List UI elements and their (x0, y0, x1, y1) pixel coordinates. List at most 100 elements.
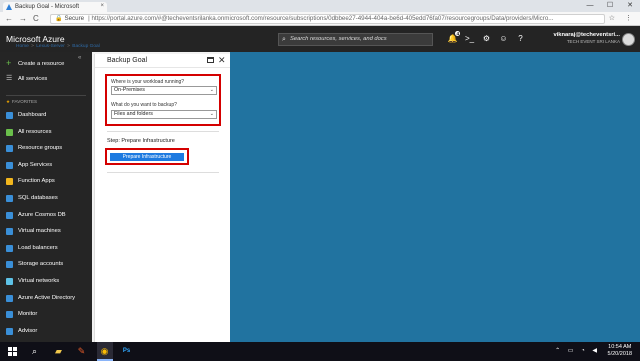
sidebar-item-app-services[interactable]: App Services (0, 159, 92, 171)
sidebar-item-storage-accounts[interactable]: Storage accounts (0, 258, 92, 270)
window-controls: — ☐ ✕ (580, 0, 640, 12)
bell-icon[interactable]: 🔔 4 (446, 31, 460, 46)
user-name: viknaraj@techeventsri... (553, 32, 620, 38)
sidebar-item-dashboard[interactable]: Dashboard (0, 109, 92, 121)
advisor-icon (6, 327, 13, 335)
sidebar-item-all-services[interactable]: ☰ All services (0, 73, 92, 85)
app-feather-icon[interactable]: ✎ (75, 345, 88, 358)
backup-select[interactable]: Files and folders ⌄ (111, 110, 217, 119)
back-icon[interactable]: ← (5, 14, 13, 24)
blade-header: Backup Goal ✕ (95, 54, 231, 68)
sidebar-item-load-balancers[interactable]: Load balancers (0, 242, 92, 254)
chrome-icon[interactable]: ◉ (98, 345, 111, 358)
star-icon: ★ (6, 99, 11, 104)
breadcrumb: Home > Lexus-Server > Backup Goal (16, 44, 100, 49)
terminal-icon[interactable]: >_ (463, 33, 476, 46)
sidebar-item-sql-databases[interactable]: SQL databases (0, 192, 92, 204)
blade-title: Backup Goal (107, 57, 148, 64)
url-text: https://portal.azure.com/#@techeventsril… (91, 15, 554, 22)
search-input[interactable]: ⌕ Search resources, services, and docs (278, 33, 433, 46)
sidebar-item-label: Create a resource (18, 61, 65, 67)
sidebar-divider (6, 95, 86, 96)
maximize-icon[interactable]: ☐ (600, 0, 620, 12)
sidebar-item-azure-active-directory[interactable]: Azure Active Directory (0, 292, 92, 304)
function-apps-icon (6, 178, 13, 186)
workload-value: On-Premises (114, 87, 145, 93)
workload-select[interactable]: On-Premises ⌄ (111, 86, 217, 95)
sidebar-item-monitor[interactable]: Monitor (0, 308, 92, 320)
sidebar-item-label: Monitor (18, 311, 38, 318)
browser-tab[interactable]: Backup Goal - Microsoft × (3, 2, 107, 12)
storage-accounts-icon (6, 261, 13, 269)
breadcrumb-home[interactable]: Home (16, 44, 29, 49)
step-label: Step: Prepare Infrastructure (107, 138, 175, 144)
sidebar-item-advisor[interactable]: Advisor (0, 325, 92, 337)
breadcrumb-server[interactable]: Lexus-Server (36, 44, 65, 49)
sidebar-item-label: Azure Active Directory (18, 294, 76, 301)
windows-start-icon[interactable] (6, 345, 19, 358)
sidebar-item-azure-cosmos-db[interactable]: Azure Cosmos DB (0, 209, 92, 221)
smiley-icon[interactable]: ☺ (497, 33, 510, 46)
search-placeholder: Search resources, services, and docs (290, 36, 387, 42)
sidebar-item-virtual-networks[interactable]: Virtual networks (0, 275, 92, 287)
plus-icon: + (6, 58, 12, 68)
close-blade-icon[interactable]: ✕ (218, 55, 226, 65)
address-bar: ← → C 🔒 Secure | https://portal.azure.com/… (0, 12, 640, 26)
monitor-icon (6, 311, 13, 319)
sidebar-item-virtual-machines[interactable]: Virtual machines (0, 225, 92, 237)
url-input[interactable]: 🔒 Secure | https://portal.azure.com/#@tech… (50, 14, 605, 24)
browser-tab-bar: Backup Goal - Microsoft × — ☐ ✕ (0, 0, 640, 12)
sidebar-item-create-resource[interactable]: + Create a resource (0, 58, 92, 70)
dashboard-icon (6, 112, 13, 119)
photoshop-icon[interactable]: Ps (120, 345, 133, 358)
search-icon: ⌕ (282, 36, 286, 43)
chevron-down-icon: ⌄ (209, 87, 214, 93)
settings-icon[interactable]: ⚙ (480, 33, 493, 46)
tab-title: Backup Goal - Microsoft (15, 4, 80, 10)
sidebar-item-label: Storage accounts (18, 261, 64, 268)
favorites-header: ★ FAVORITES (6, 99, 37, 105)
divider (107, 172, 219, 173)
maximize-blade-icon[interactable] (207, 57, 214, 63)
sidebar-item-function-apps[interactable]: Function Apps (0, 175, 92, 187)
header-icon-group: 🔔 4 >_ ⚙ ☺ ? (446, 31, 527, 46)
breadcrumb-current[interactable]: Backup Goal (72, 44, 99, 49)
sidebar-item-label: Load balancers (18, 244, 58, 251)
notification-count: 4 (455, 31, 460, 36)
tab-close-icon[interactable]: × (100, 3, 104, 9)
user-info[interactable]: viknaraj@techeventsri... TECH EVENT SRI … (552, 32, 620, 44)
help-icon[interactable]: ? (514, 33, 527, 46)
backup-goal-blade: Backup Goal ✕ Where is your workload run… (94, 54, 231, 342)
sidebar-item-label: All services (18, 76, 48, 82)
sidebar-item-label: Virtual networks (18, 278, 60, 284)
search-taskbar-icon[interactable]: ⌕ (28, 345, 41, 358)
divider (107, 131, 219, 132)
azure-title[interactable]: Microsoft Azure (6, 34, 65, 44)
sidebar-item-label: App Services (18, 161, 53, 168)
minimize-icon[interactable]: — (580, 0, 600, 12)
sidebar-item-resource-groups[interactable]: Resource groups (0, 142, 92, 154)
backup-label: What do you want to backup? (111, 102, 177, 108)
browser-menu-icons[interactable]: ☆ ⋮ (609, 14, 636, 22)
backup-goal-form: Where is your workload running? On-Premi… (105, 74, 221, 126)
avatar[interactable] (622, 33, 635, 46)
forward-icon[interactable]: → (19, 14, 27, 24)
close-window-icon[interactable]: ✕ (620, 0, 640, 12)
sidebar-item-label: All resources (18, 128, 52, 135)
clock[interactable]: 10:54 AM 5/20/2018 (608, 344, 632, 358)
app-services-icon (6, 161, 13, 169)
system-tray-icons[interactable]: ⌃ ▭ ◔ ◀ (555, 347, 600, 354)
sidebar-item-label: Resource groups (18, 145, 63, 152)
reload-icon[interactable]: C (33, 14, 39, 24)
lock-icon: 🔒 (55, 16, 63, 22)
azure-cosmos-db-icon (6, 211, 13, 219)
file-explorer-icon[interactable]: ▰ (52, 345, 65, 358)
azure-favicon-icon (6, 4, 12, 10)
secure-label: Secure (64, 15, 85, 22)
prepare-infrastructure-button[interactable]: Prepare Infrastructure (110, 153, 184, 161)
sidebar-item-all-resources[interactable]: All resources (0, 126, 92, 138)
sidebar-item-label: Dashboard (18, 112, 47, 118)
list-icon: ☰ (6, 75, 13, 82)
resource-groups-icon (6, 145, 13, 153)
load-balancers-icon (6, 244, 13, 252)
